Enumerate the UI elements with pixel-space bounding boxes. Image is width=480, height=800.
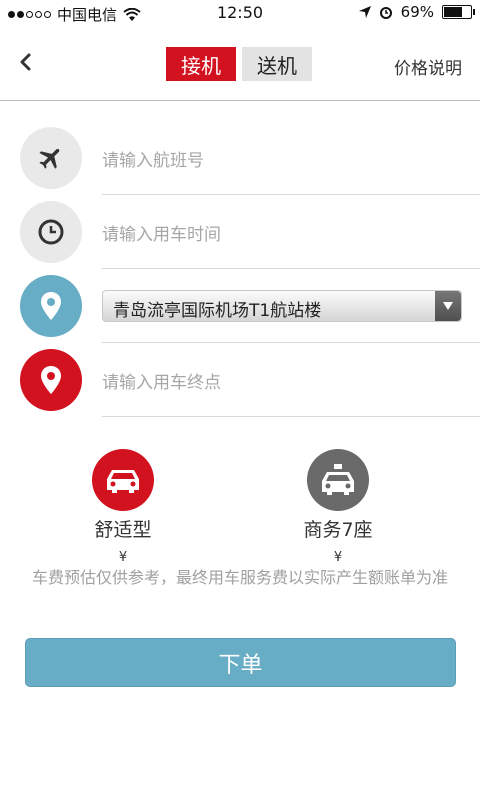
car-name-business: 商务7座 — [303, 519, 373, 541]
taxi-icon — [307, 449, 369, 511]
status-bar: 中国电信 12:50 69% — [0, 0, 480, 26]
car-price-comfort: ¥ — [118, 550, 128, 565]
battery-percent: 69% — [400, 3, 434, 21]
fare-estimate-note: 车费预估仅供参考，最终用车服务费以实际产生额账单为准 — [31, 568, 448, 587]
time-row: 请输入用车时间 — [0, 194, 480, 269]
car-price-business: ¥ — [333, 550, 343, 565]
flight-number-placeholder: 请输入航班号 — [102, 151, 204, 171]
tab-pickup[interactable]: 接机 — [166, 47, 236, 81]
destination-row: 请输入用车终点 — [0, 342, 480, 417]
price-help-link[interactable]: 价格说明 — [394, 54, 462, 79]
airplane-icon — [20, 127, 82, 189]
submit-order-button[interactable]: 下单 — [25, 638, 456, 687]
location-pin-icon — [20, 275, 82, 337]
pickup-location-row: 青岛流亭国际机场T1航站楼 — [0, 268, 480, 343]
service-tabs: 接机 送机 — [166, 47, 312, 81]
flight-row: 请输入航班号 — [0, 120, 480, 195]
location-arrow-icon — [358, 6, 371, 18]
alarm-icon — [379, 7, 392, 19]
car-name-comfort: 舒适型 — [94, 519, 152, 541]
back-chevron-icon[interactable] — [14, 48, 38, 76]
destination-pin-icon — [20, 349, 82, 411]
pickup-location-select[interactable]: 青岛流亭国际机场T1航站楼 — [102, 290, 462, 322]
car-option-business[interactable]: 商务7座 ¥ — [268, 449, 408, 565]
pickup-location-value: 青岛流亭国际机场T1航站楼 — [113, 301, 322, 321]
battery-icon — [442, 5, 475, 19]
car-icon — [92, 449, 154, 511]
destination-placeholder: 请输入用车终点 — [102, 373, 221, 393]
nav-bar: 接机 送机 价格说明 — [0, 26, 480, 101]
car-option-comfort[interactable]: 舒适型 ¥ — [53, 449, 193, 565]
clock-icon — [20, 201, 82, 263]
dropdown-arrow-icon[interactable] — [435, 291, 461, 321]
pickup-time-placeholder: 请输入用车时间 — [102, 225, 221, 245]
tab-dropoff[interactable]: 送机 — [242, 47, 312, 81]
